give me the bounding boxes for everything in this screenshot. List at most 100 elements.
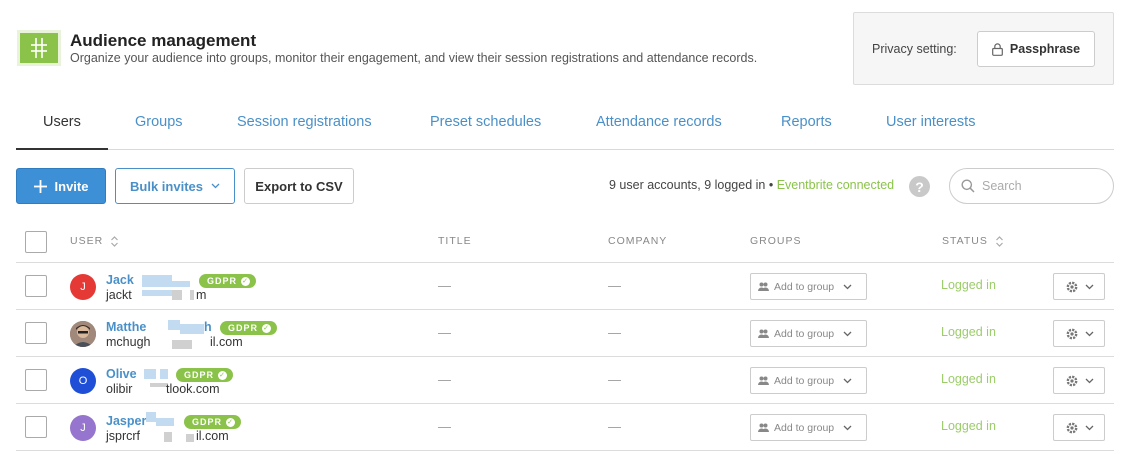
check-icon: ✓ <box>241 276 251 286</box>
tab-groups[interactable]: Groups <box>135 114 183 130</box>
company-cell: — <box>608 372 621 387</box>
page-subtitle: Organize your audience into groups, moni… <box>70 51 758 65</box>
redacted-block <box>142 275 172 287</box>
tab-preset-schedules[interactable]: Preset schedules <box>430 114 541 130</box>
column-header-title: TITLE <box>438 235 472 247</box>
invite-button[interactable]: Invite <box>16 168 106 204</box>
tab-user-interests[interactable]: User interests <box>886 114 975 130</box>
chevron-down-icon <box>1085 425 1093 430</box>
status-badge: Logged in <box>941 419 996 433</box>
user-email: jsprcrf <box>106 429 141 443</box>
row-checkbox[interactable] <box>25 369 47 391</box>
company-cell: — <box>608 419 621 434</box>
avatar <box>70 321 96 347</box>
user-email-end: m <box>196 288 207 302</box>
export-csv-button[interactable]: Export to CSV <box>244 168 354 204</box>
redacted-block <box>142 290 172 296</box>
check-icon: ✓ <box>226 417 236 427</box>
redacted-block <box>172 290 182 300</box>
tab-attendance-records[interactable]: Attendance records <box>596 114 722 130</box>
row-checkbox[interactable] <box>25 322 47 344</box>
add-to-group-dropdown[interactable]: Add to group <box>750 367 867 394</box>
user-name-link[interactable]: Jack <box>106 273 134 287</box>
tab-session-registrations[interactable]: Session registrations <box>237 114 372 130</box>
privacy-setting-label: Privacy setting: <box>872 42 957 56</box>
title-cell: — <box>438 419 451 434</box>
eventbrite-connected-link[interactable]: Eventbrite connected <box>777 178 894 192</box>
chevron-down-icon <box>843 378 852 383</box>
gdpr-badge-label: GDPR <box>192 417 223 427</box>
avatar: O <box>70 368 96 394</box>
table-row: J Jack GDPR ✓ jackt m — — Add to group L… <box>16 263 1114 310</box>
gdpr-badge-label: GDPR <box>184 370 215 380</box>
title-cell: — <box>438 325 451 340</box>
user-name-link[interactable]: Jasper <box>106 414 146 428</box>
column-header-user[interactable]: USER <box>70 235 119 247</box>
row-checkbox[interactable] <box>25 275 47 297</box>
gear-icon <box>1066 281 1077 292</box>
privacy-setting-panel: Privacy setting: Passphrase <box>853 12 1114 85</box>
users-icon <box>758 282 769 291</box>
table-header: USER TITLE COMPANY GROUPS STATUS <box>16 218 1114 263</box>
user-email-end: il.com <box>210 335 243 349</box>
help-icon[interactable]: ? <box>909 176 930 197</box>
chevron-down-icon <box>211 183 220 189</box>
status-badge: Logged in <box>941 278 996 292</box>
active-tab-indicator <box>16 148 108 150</box>
column-header-status[interactable]: STATUS <box>942 235 1003 247</box>
chevron-down-icon <box>1085 378 1093 383</box>
redacted-block <box>144 369 156 379</box>
add-to-group-dropdown[interactable]: Add to group <box>750 320 867 347</box>
add-to-group-dropdown[interactable]: Add to group <box>750 273 867 300</box>
bulk-invites-button[interactable]: Bulk invites <box>115 168 235 204</box>
title-cell: — <box>438 278 451 293</box>
gdpr-badge-label: GDPR <box>207 276 238 286</box>
row-settings-button[interactable] <box>1053 320 1105 347</box>
search-input[interactable] <box>982 177 1104 195</box>
users-table: USER TITLE COMPANY GROUPS STATUS J Jack … <box>16 218 1114 451</box>
user-name-link[interactable]: Matthe <box>106 320 146 334</box>
users-icon <box>758 329 769 338</box>
add-to-group-dropdown[interactable]: Add to group <box>750 414 867 441</box>
company-cell: — <box>608 325 621 340</box>
check-icon: ✓ <box>262 323 272 333</box>
title-cell: — <box>438 372 451 387</box>
tab-users[interactable]: Users <box>43 114 81 130</box>
status-badge: Logged in <box>941 325 996 339</box>
search-icon <box>961 179 975 193</box>
passphrase-button[interactable]: Passphrase <box>977 31 1095 67</box>
users-icon <box>758 423 769 432</box>
row-settings-button[interactable] <box>1053 273 1105 300</box>
user-name-end: h <box>204 320 212 334</box>
tab-reports[interactable]: Reports <box>781 114 832 130</box>
column-header-status-label: STATUS <box>942 235 988 247</box>
search-box[interactable] <box>949 168 1114 204</box>
chevron-down-icon <box>1085 331 1093 336</box>
user-email: olibir <box>106 382 133 396</box>
avatar: J <box>70 415 96 441</box>
redacted-block <box>172 340 192 349</box>
plus-icon <box>33 179 47 193</box>
app-logo <box>17 30 61 66</box>
chevron-down-icon <box>843 284 852 289</box>
user-email: mchugh <box>106 335 151 349</box>
redacted-block <box>180 324 204 334</box>
hashtag-logo-icon <box>31 38 47 58</box>
bulk-invites-label: Bulk invites <box>130 178 203 194</box>
sort-icon <box>995 235 1003 247</box>
tab-bar: Users Groups Session registrations Prese… <box>16 104 1114 150</box>
gear-icon <box>1066 328 1077 339</box>
gdpr-badge: GDPR ✓ <box>176 368 234 382</box>
chevron-down-icon <box>843 331 852 336</box>
row-settings-button[interactable] <box>1053 414 1105 441</box>
gdpr-badge: GDPR ✓ <box>220 321 278 335</box>
row-checkbox[interactable] <box>25 416 47 438</box>
user-email: jackt <box>106 288 132 302</box>
gdpr-badge: GDPR ✓ <box>199 274 257 288</box>
row-settings-button[interactable] <box>1053 367 1105 394</box>
chevron-down-icon <box>843 425 852 430</box>
user-name-link[interactable]: Olive <box>106 367 137 381</box>
column-header-company: COMPANY <box>608 235 668 247</box>
select-all-checkbox[interactable] <box>25 231 47 253</box>
redacted-block <box>146 412 156 422</box>
